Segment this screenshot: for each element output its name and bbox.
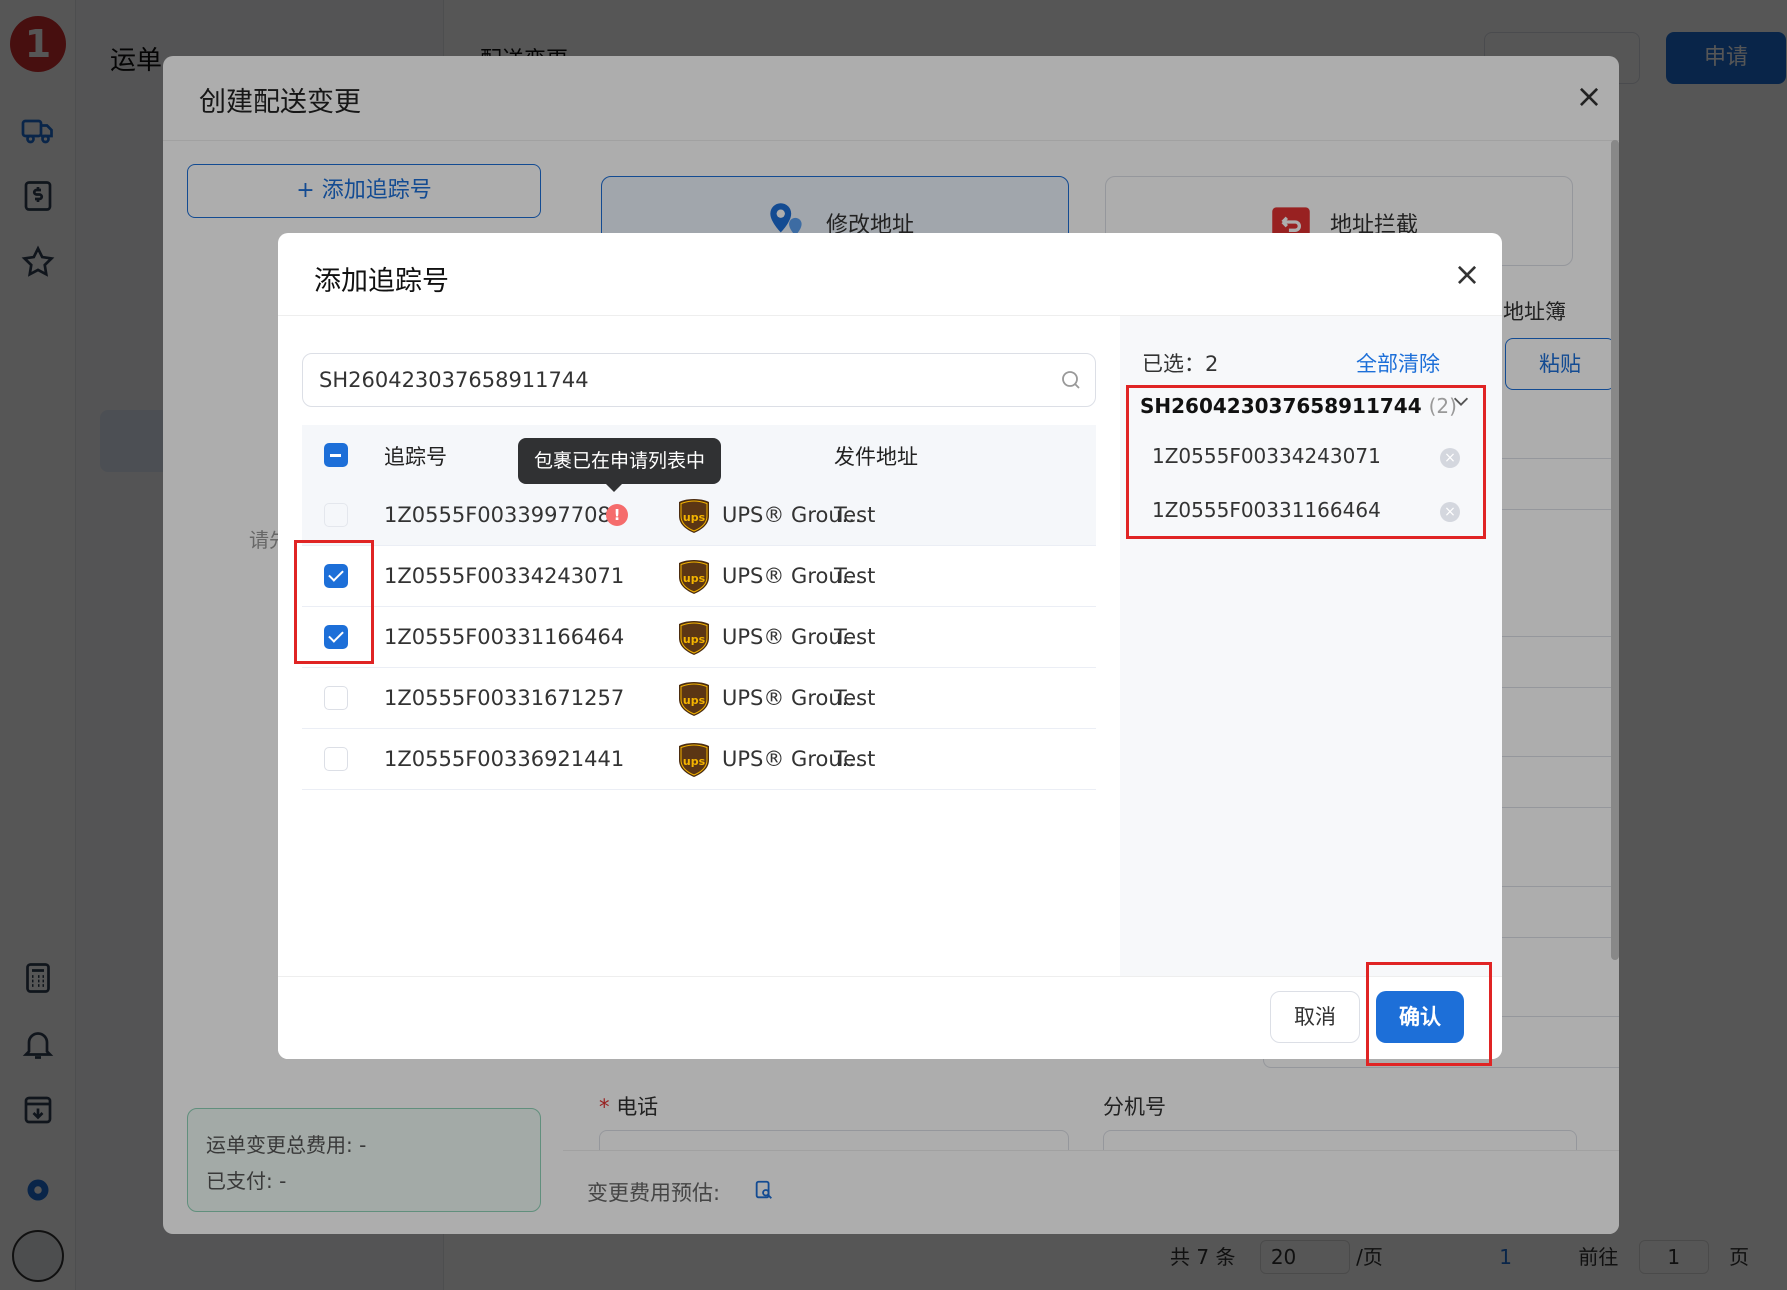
search-icon[interactable]	[1059, 368, 1083, 392]
confirm-button[interactable]: 确认	[1376, 991, 1464, 1043]
row-checkbox[interactable]	[324, 686, 348, 710]
sender-address: Test	[834, 747, 876, 771]
table-row[interactable]: 1Z0555F00331166464 ups UPS® Grou... Test	[302, 607, 1096, 668]
remove-item-icon[interactable]: ×	[1440, 448, 1460, 468]
remove-item-icon[interactable]: ×	[1440, 502, 1460, 522]
chevron-down-icon[interactable]	[1450, 390, 1472, 412]
col-address: 发件地址	[834, 445, 918, 469]
svg-text:ups: ups	[683, 511, 706, 524]
ups-logo-icon: ups	[679, 682, 709, 716]
row-checkbox[interactable]	[324, 503, 348, 527]
sender-address: Test	[834, 503, 876, 527]
tracking-search-input[interactable]: SH260423037658911744	[302, 353, 1096, 407]
select-all-checkbox[interactable]	[324, 443, 348, 467]
ups-logo-icon: ups	[679, 621, 709, 655]
tracking-number: 1Z0555F00339977083	[384, 503, 625, 527]
svg-text:ups: ups	[683, 572, 706, 585]
ups-logo-icon: ups	[679, 499, 709, 533]
sender-address: Test	[834, 564, 876, 588]
table-row[interactable]: 1Z0555F00339977083 ! ups UPS® Grou... Te…	[302, 485, 1096, 546]
close-icon[interactable]: ×	[1450, 257, 1484, 291]
row-checkbox[interactable]	[324, 747, 348, 771]
clear-all-link[interactable]: 全部清除	[1356, 348, 1440, 378]
selected-group-title[interactable]: SH260423037658911744 (2)	[1140, 394, 1457, 418]
svg-text:ups: ups	[683, 755, 706, 768]
selected-count: 已选：2	[1142, 352, 1219, 376]
ups-logo-icon: ups	[679, 560, 709, 594]
selected-item: 1Z0555F00331166464	[1152, 498, 1381, 522]
add-tracking-dialog: 添加追踪号 × SH260423037658911744 追踪号 发件地址 1Z…	[278, 233, 1502, 1059]
ups-logo-icon: ups	[679, 743, 709, 777]
add-dialog-footer: 取消 确认	[278, 976, 1502, 1059]
tracking-number: 1Z0555F00336921441	[384, 747, 625, 771]
row-checkbox[interactable]	[324, 625, 348, 649]
sender-address: Test	[834, 686, 876, 710]
table-row[interactable]: 1Z0555F00331671257 ups UPS® Grou... Test	[302, 668, 1096, 729]
cancel-button[interactable]: 取消	[1270, 991, 1360, 1043]
row-checkbox[interactable]	[324, 564, 348, 588]
tracking-number: 1Z0555F00334243071	[384, 564, 625, 588]
dialog-title: 添加追踪号	[314, 266, 449, 297]
warning-icon[interactable]: !	[606, 504, 628, 526]
selected-panel: 已选：2 全部清除 SH260423037658911744 (2) 1Z055…	[1120, 316, 1502, 976]
svg-text:ups: ups	[683, 694, 706, 707]
svg-text:ups: ups	[683, 633, 706, 646]
tracking-number: 1Z0555F00331166464	[384, 625, 625, 649]
already-in-list-tooltip: 包裹已在申请列表中	[518, 438, 722, 492]
sender-address: Test	[834, 625, 876, 649]
table-row[interactable]: 1Z0555F00334243071 ups UPS® Grou... Test	[302, 546, 1096, 607]
table-row[interactable]: 1Z0555F00336921441 ups UPS® Grou... Test	[302, 729, 1096, 790]
selected-item: 1Z0555F00334243071	[1152, 444, 1381, 468]
col-tracking: 追踪号	[384, 445, 447, 469]
search-value: SH260423037658911744	[319, 368, 589, 392]
tracking-number: 1Z0555F00331671257	[384, 686, 625, 710]
